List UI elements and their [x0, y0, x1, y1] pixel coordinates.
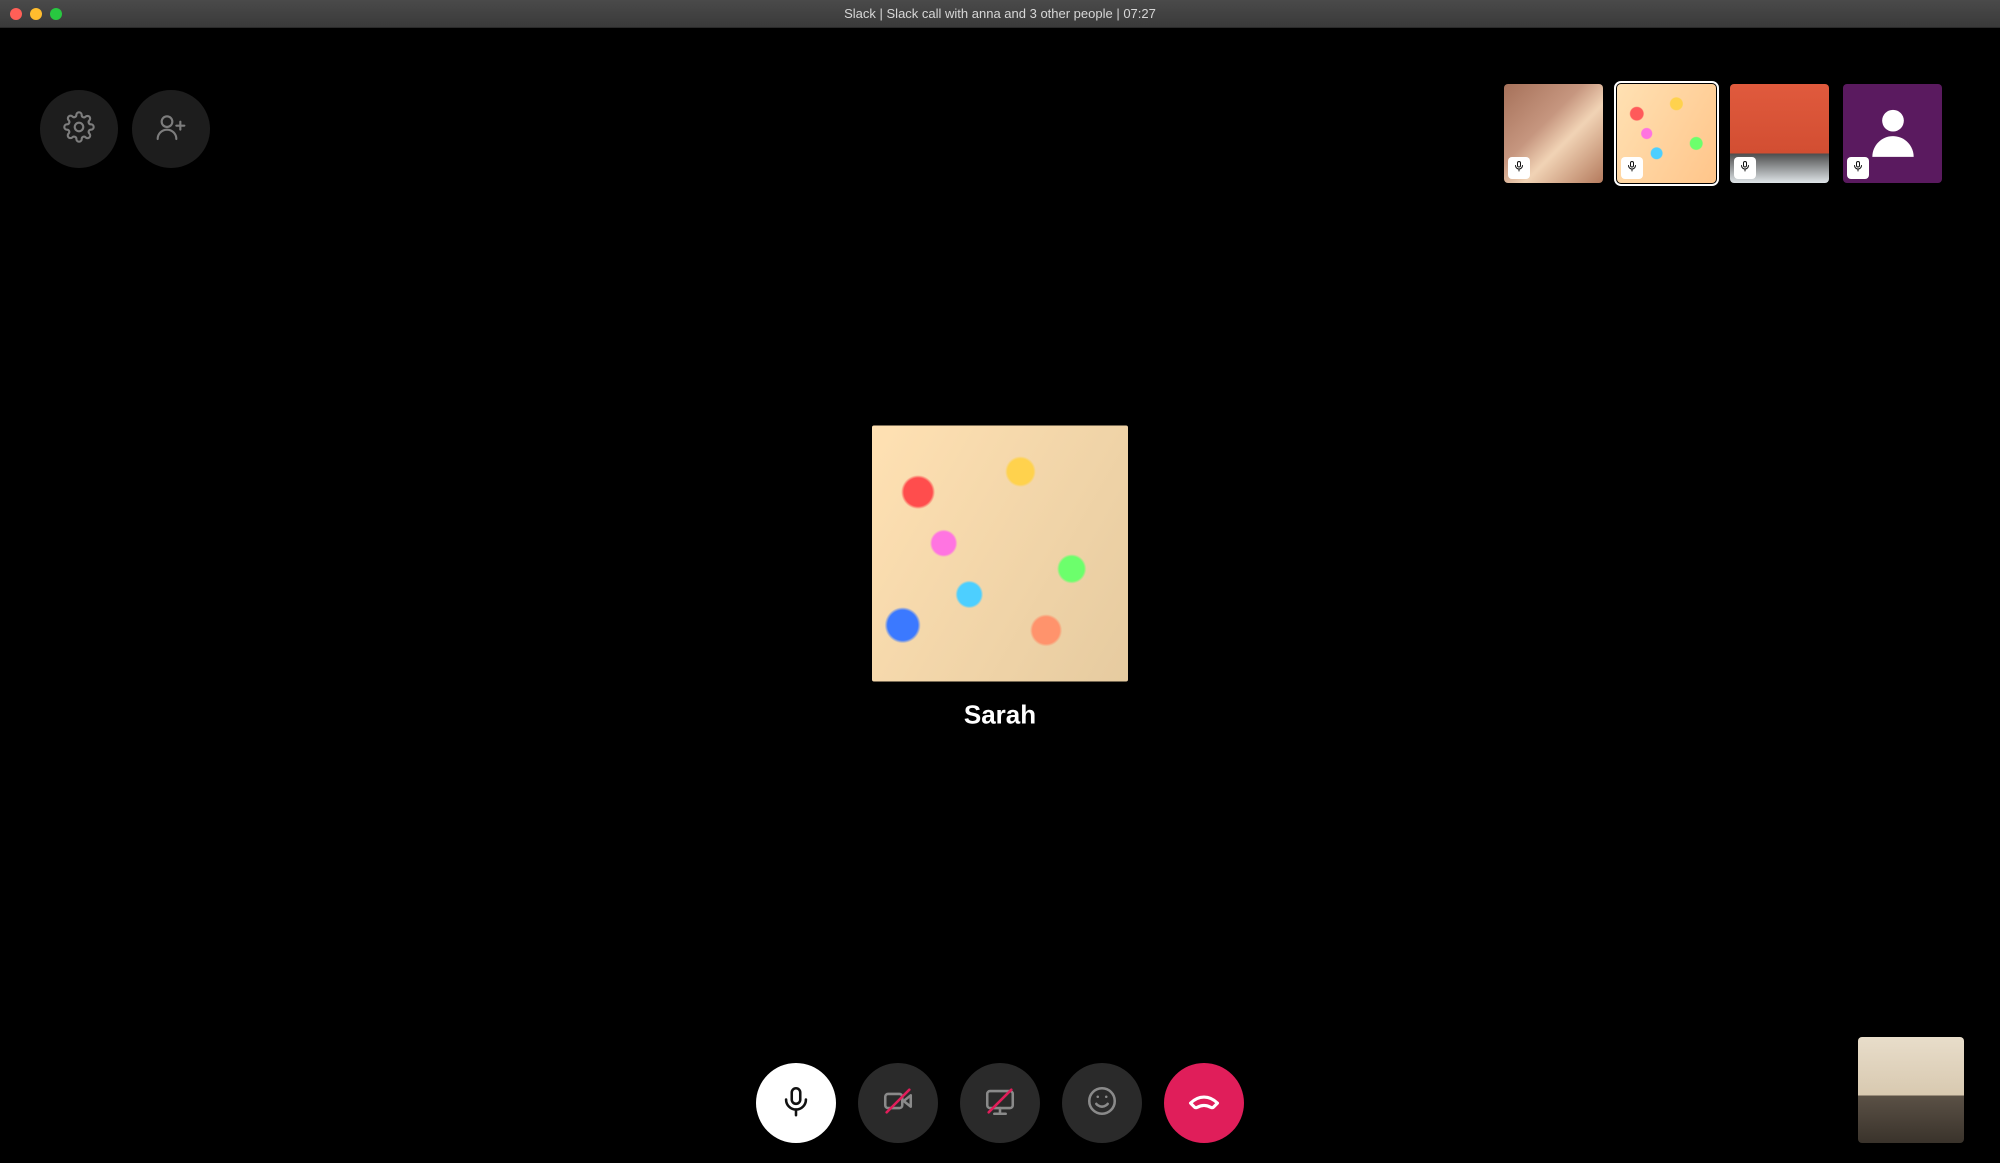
window-title: Slack | Slack call with anna and 3 other… — [844, 6, 1156, 21]
participant-thumbnails — [1504, 84, 1942, 183]
self-view-video — [1858, 1037, 1964, 1143]
mute-button[interactable] — [756, 1063, 836, 1143]
call-top-left-controls — [40, 90, 210, 168]
active-speaker: Sarah — [872, 425, 1128, 730]
window-zoom-button[interactable] — [50, 8, 62, 20]
active-speaker-avatar[interactable] — [872, 425, 1128, 681]
avatar-image — [872, 425, 1128, 681]
add-person-icon — [155, 111, 187, 148]
window-minimize-button[interactable] — [30, 8, 42, 20]
smiley-icon — [1085, 1084, 1119, 1123]
participant-mic-indicator — [1734, 157, 1756, 179]
call-settings-button[interactable] — [40, 90, 118, 168]
participant-thumbnail[interactable] — [1617, 84, 1716, 183]
microphone-icon — [779, 1084, 813, 1123]
hang-up-button[interactable] — [1164, 1063, 1244, 1143]
video-off-icon — [881, 1084, 915, 1123]
add-people-button[interactable] — [132, 90, 210, 168]
window-close-button[interactable] — [10, 8, 22, 20]
active-speaker-name: Sarah — [872, 699, 1128, 730]
screen-share-button[interactable] — [960, 1063, 1040, 1143]
microphone-icon — [1852, 159, 1864, 177]
microphone-icon — [1739, 159, 1751, 177]
participant-mic-indicator — [1847, 157, 1869, 179]
call-control-bar — [756, 1063, 1244, 1143]
anonymous-person-icon — [1862, 100, 1924, 167]
participant-thumbnail[interactable] — [1730, 84, 1829, 183]
video-toggle-button[interactable] — [858, 1063, 938, 1143]
window-traffic-lights — [0, 8, 62, 20]
screen-share-off-icon — [983, 1084, 1017, 1123]
participant-mic-indicator — [1508, 157, 1530, 179]
microphone-icon — [1513, 159, 1525, 177]
microphone-icon — [1626, 159, 1638, 177]
reactions-button[interactable] — [1062, 1063, 1142, 1143]
gear-icon — [63, 111, 95, 148]
self-view[interactable] — [1858, 1037, 1964, 1143]
hang-up-icon — [1187, 1084, 1221, 1123]
participant-thumbnail[interactable] — [1843, 84, 1942, 183]
call-area: Sarah — [0, 28, 2000, 1163]
participant-mic-indicator — [1621, 157, 1643, 179]
window-titlebar: Slack | Slack call with anna and 3 other… — [0, 0, 2000, 28]
participant-thumbnail[interactable] — [1504, 84, 1603, 183]
